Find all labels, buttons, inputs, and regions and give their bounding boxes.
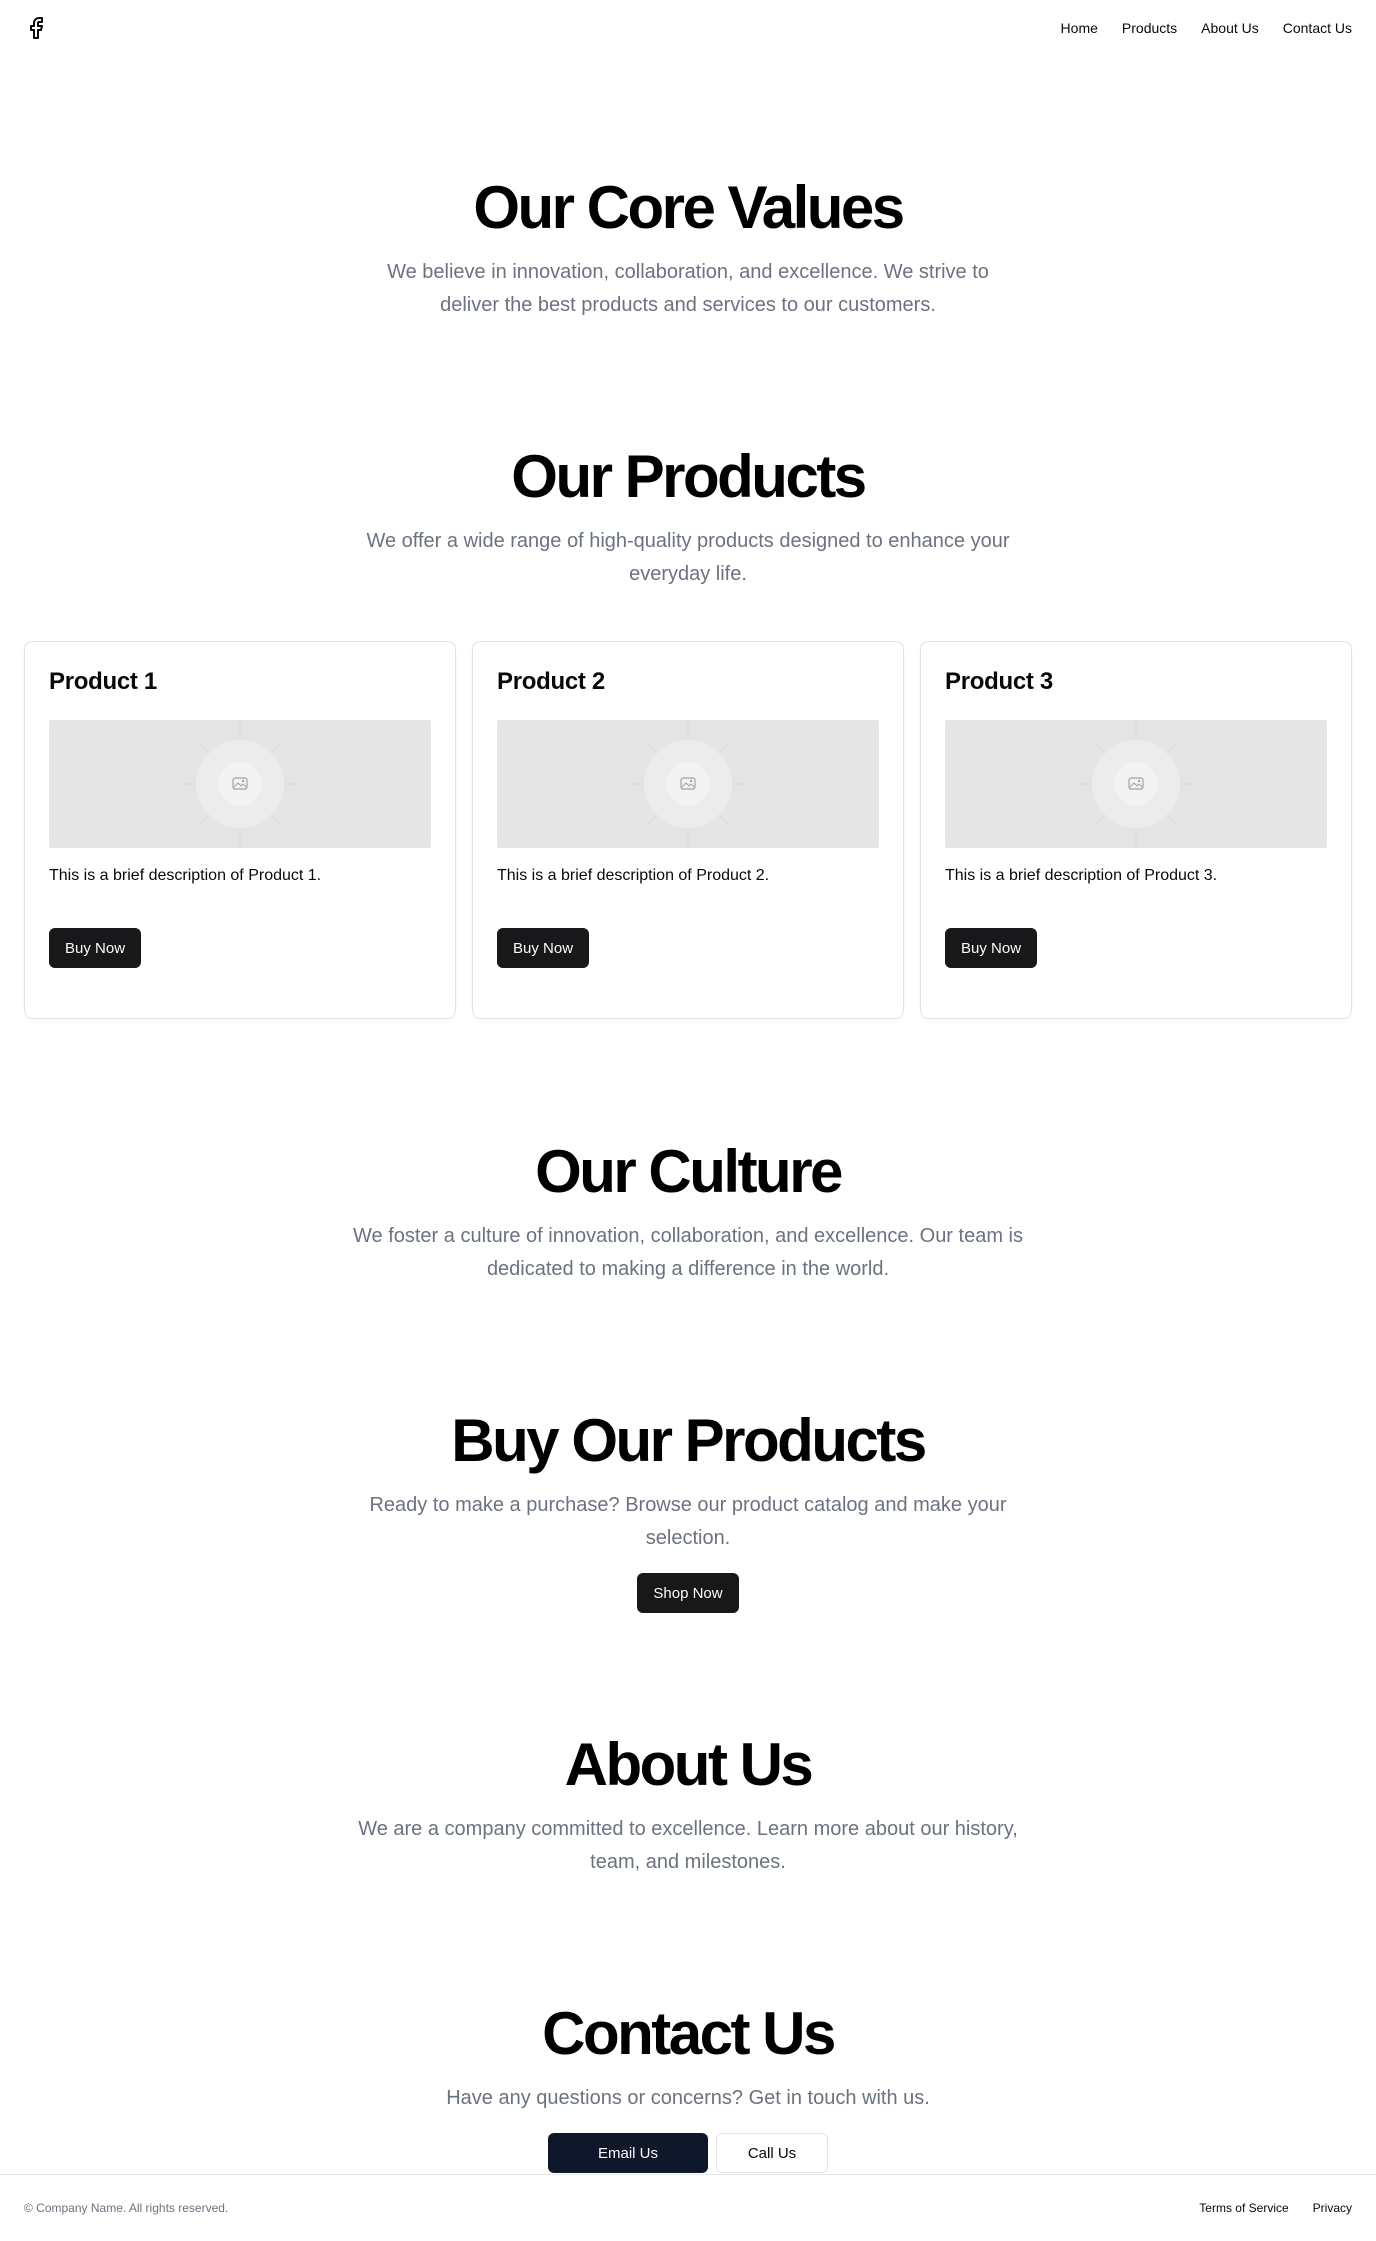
privacy-link[interactable]: Privacy: [1313, 2201, 1352, 2215]
nav-link-home[interactable]: Home: [1061, 20, 1098, 36]
product-image: [49, 720, 431, 848]
product-description: This is a brief description of Product 3…: [945, 867, 1218, 884]
nav-link-products[interactable]: Products: [1122, 20, 1177, 36]
product-card: Product 1 This is a brief description of…: [24, 641, 456, 1019]
culture-title: Our Culture: [535, 1138, 843, 1205]
products-text: We offer a wide range of high-quality pr…: [366, 530, 1010, 585]
product-card: Product 3 This is a brief description of…: [920, 641, 1352, 1019]
products-section: Our Products We offer a wide range of hi…: [0, 447, 1376, 591]
buy-text: Ready to make a purchase? Browse our pro…: [369, 1494, 1007, 1549]
buy-now-button[interactable]: Buy Now: [49, 928, 142, 968]
product-cards: Product 1 This is a brief description of…: [24, 641, 1352, 1019]
about-title: About Us: [564, 1731, 814, 1798]
contact-section: Contact Us Have any questions or concern…: [0, 2004, 1376, 2173]
image-placeholder-icon: [179, 720, 301, 848]
product-name: Product 1: [49, 668, 157, 695]
footer-links: Terms of Service Privacy: [1199, 2201, 1352, 2215]
about-text: We are a company committed to excellence…: [358, 1818, 1018, 1873]
copyright-text: © Company Name. All rights reserved.: [24, 2201, 229, 2215]
email-us-button[interactable]: Email Us: [548, 2133, 708, 2173]
main-nav: Home Products About Us Contact Us: [1061, 20, 1352, 36]
about-section: About Us We are a company committed to e…: [0, 1735, 1376, 1879]
buy-now-button[interactable]: Buy Now: [497, 928, 590, 968]
product-name: Product 3: [945, 668, 1053, 695]
product-image: [945, 720, 1327, 848]
buy-title: Buy Our Products: [451, 1407, 927, 1474]
nav-link-about-us[interactable]: About Us: [1201, 20, 1259, 36]
call-us-button[interactable]: Call Us: [716, 2133, 828, 2173]
culture-section: Our Culture We foster a culture of innov…: [0, 1142, 1376, 1286]
top-bar: Home Products About Us Contact Us: [0, 0, 1376, 56]
contact-buttons: Email Us Call Us: [0, 2133, 1376, 2173]
core-values-text: We believe in innovation, collaboration,…: [387, 261, 989, 316]
core-values-title: Our Core Values: [473, 174, 905, 241]
buy-section: Buy Our Products Ready to make a purchas…: [0, 1411, 1376, 1613]
contact-title: Contact Us: [542, 2000, 836, 2067]
product-name: Product 2: [497, 668, 605, 695]
product-description: This is a brief description of Product 2…: [497, 867, 770, 884]
product-card: Product 2 This is a brief description of…: [472, 641, 904, 1019]
facebook-icon[interactable]: [24, 16, 48, 40]
products-title: Our Products: [511, 443, 867, 510]
buy-now-button[interactable]: Buy Now: [945, 928, 1038, 968]
core-values-section: Our Core Values We believe in innovation…: [0, 178, 1376, 322]
contact-text: Have any questions or concerns? Get in t…: [446, 2087, 930, 2109]
image-placeholder-icon: [627, 720, 749, 848]
terms-of-service-link[interactable]: Terms of Service: [1199, 2201, 1288, 2215]
product-image: [497, 720, 879, 848]
shop-now-button[interactable]: Shop Now: [637, 1573, 739, 1613]
culture-text: We foster a culture of innovation, colla…: [353, 1225, 1023, 1280]
footer: © Company Name. All rights reserved. Ter…: [0, 2174, 1376, 2241]
nav-link-contact-us[interactable]: Contact Us: [1283, 20, 1352, 36]
product-description: This is a brief description of Product 1…: [49, 867, 322, 884]
image-placeholder-icon: [1075, 720, 1197, 848]
page: Home Products About Us Contact Us Our Co…: [0, 0, 1376, 2241]
